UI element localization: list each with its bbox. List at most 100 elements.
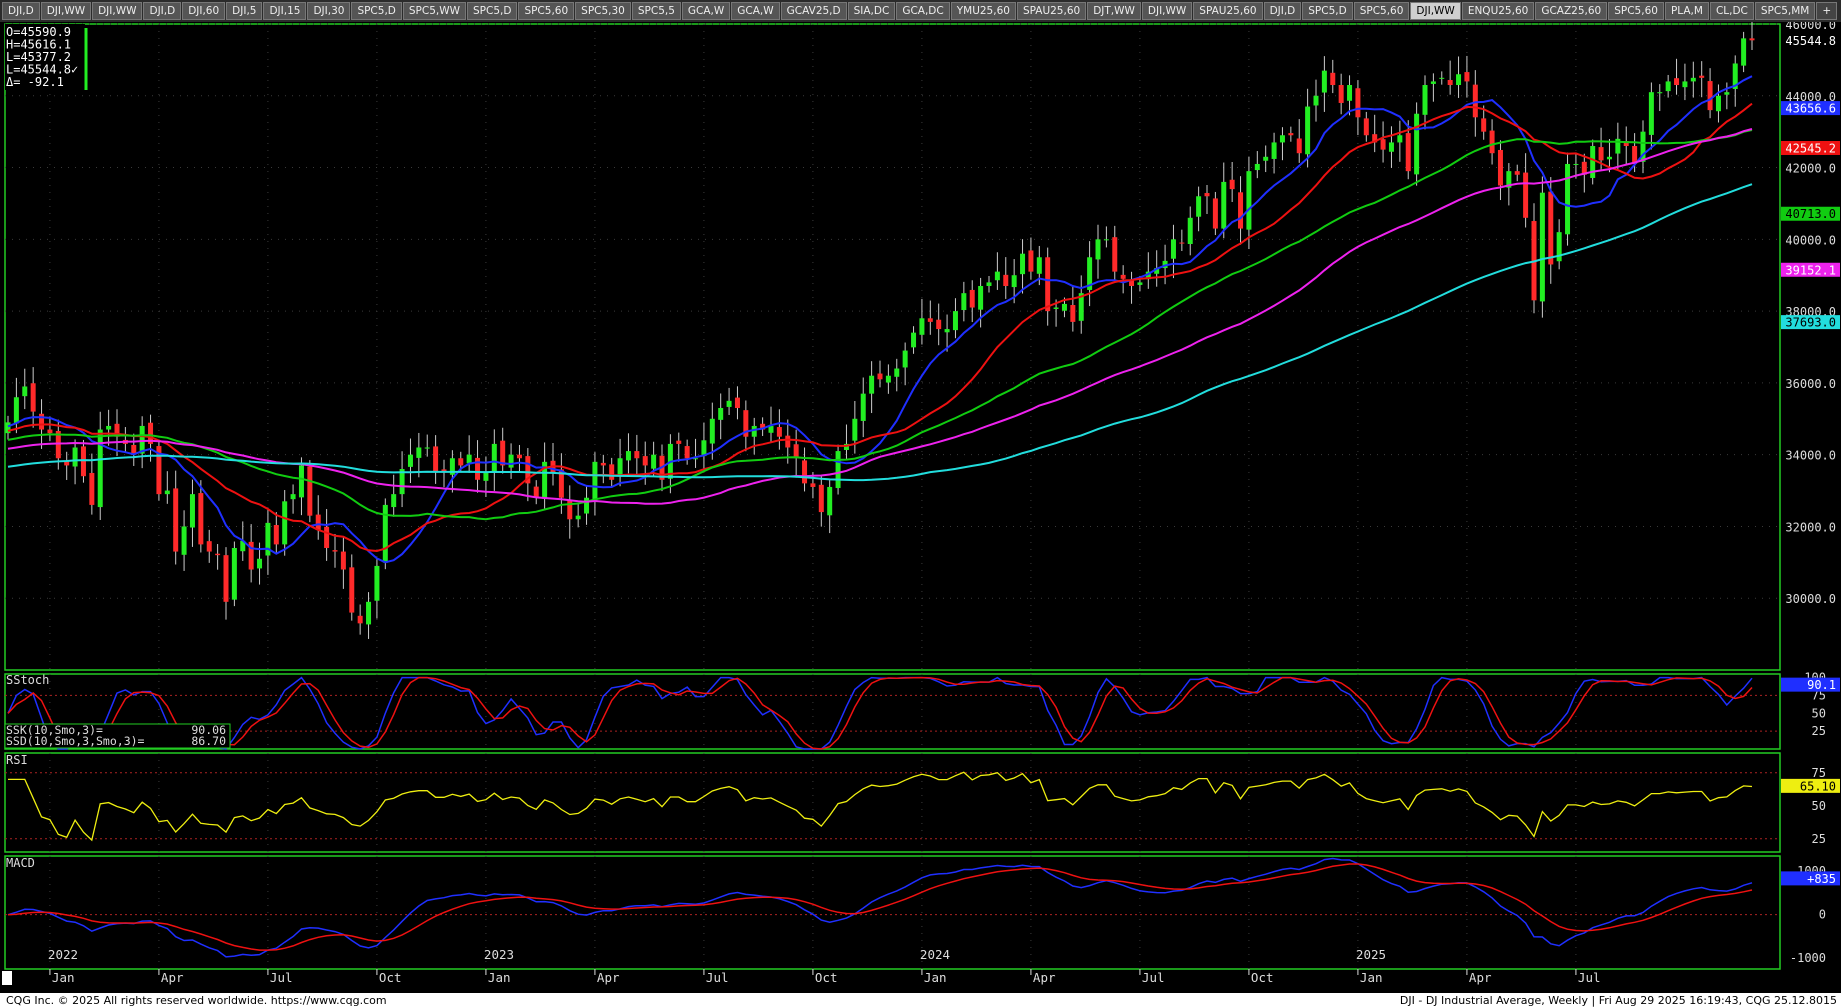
symbol-tab[interactable]: SIA,DC (847, 2, 896, 20)
candle-body (80, 446, 86, 477)
month-label: Oct (815, 970, 838, 985)
candle-body (986, 282, 992, 286)
rsi-tick-label: 25 (1812, 832, 1826, 846)
candle-body (1724, 92, 1730, 95)
symbol-tab[interactable]: SPC5,30 (575, 2, 631, 20)
candle-body (1330, 72, 1336, 86)
candle-body (47, 429, 53, 434)
candle-body (39, 413, 45, 430)
symbol-tab[interactable]: CL,DC (1709, 2, 1754, 20)
candle-body (617, 458, 623, 477)
stoch-last-label: 90.1 (1807, 678, 1836, 692)
chart-area[interactable]: 46000.044000.042000.040000.038000.036000… (0, 22, 1841, 993)
symbol-tab[interactable]: SPC5,60 (1353, 2, 1410, 20)
symbol-tab[interactable]: DJI,5 (226, 2, 263, 20)
symbol-tab[interactable]: DJI,30 (307, 2, 351, 20)
candle-body (357, 615, 363, 624)
candle-body (1741, 38, 1747, 66)
candle-body (223, 555, 229, 602)
candle-body (22, 386, 28, 397)
symbol-tab[interactable]: DJI,D (1263, 2, 1302, 20)
candle-body (290, 494, 296, 500)
candle-body (1749, 38, 1755, 41)
candle-body (1539, 192, 1545, 302)
candle-body (1313, 95, 1319, 106)
month-label: Jul (270, 970, 293, 985)
price-tick-label: 42000.0 (1785, 162, 1836, 176)
price-tick-label: 30000.0 (1785, 592, 1836, 606)
candle-body (936, 319, 942, 330)
symbol-tab[interactable]: GCAV25,D (780, 2, 847, 20)
symbol-tab[interactable]: DJI,D (143, 2, 182, 20)
candle-body (818, 484, 824, 513)
rsi-tick-label: 50 (1812, 799, 1826, 813)
symbol-tab[interactable]: DJI,D (2, 2, 40, 20)
symbol-tab[interactable]: SPC5,MM (1754, 2, 1816, 20)
symbol-tab[interactable]: SPAU25,60 (1016, 2, 1087, 20)
stoch-d-value: 86.70 (191, 734, 226, 748)
symbol-tab[interactable]: DJI,60 (182, 2, 226, 20)
candle-body (827, 486, 833, 516)
symbol-tab[interactable]: SPC5,5 (631, 2, 681, 20)
candle-body (1414, 113, 1420, 175)
candle-body (1003, 274, 1009, 286)
candle-body (1321, 70, 1327, 93)
symbol-tab[interactable]: DJT,WW (1087, 2, 1141, 20)
candle-body (944, 329, 950, 333)
candle-body (684, 446, 690, 459)
symbol-tab[interactable]: SPAU25,60 (1193, 2, 1263, 20)
ma-value-label: 39152.1 (1785, 263, 1836, 277)
add-tab-button[interactable]: + (1816, 2, 1838, 20)
candle-body (164, 490, 170, 495)
symbol-tab[interactable]: DJI,WW (40, 2, 92, 20)
year-label: 2024 (920, 947, 950, 962)
symbol-tab[interactable]: SPC5,D (1302, 2, 1353, 20)
symbol-tab[interactable]: SPC5,60 (1608, 2, 1664, 20)
symbol-tab[interactable]: GCA,DC (896, 2, 950, 20)
symbol-tab[interactable]: ENQU25,60 (1461, 2, 1535, 20)
candle-body (1699, 75, 1705, 78)
candle-body (1120, 274, 1126, 279)
candle-body (642, 456, 648, 466)
symbol-tab[interactable]: SPC5,D (351, 2, 402, 20)
candle-body (1045, 257, 1051, 312)
macd-signal-line (7, 863, 1753, 951)
candle-body (1020, 253, 1026, 275)
candle-body (709, 418, 715, 444)
month-label: Jul (1142, 970, 1165, 985)
symbol-tab[interactable]: PLA,M (1664, 2, 1709, 20)
candle-body (927, 318, 933, 322)
ma-line (7, 128, 1753, 505)
candle-body (1380, 139, 1386, 150)
candle-body (366, 601, 372, 625)
candle-body (181, 526, 187, 555)
candle-body (215, 553, 221, 556)
symbol-tab[interactable]: DJI,WW (92, 2, 143, 20)
candle-body (1665, 81, 1671, 92)
symbol-tab[interactable]: DJI,WW (1410, 2, 1461, 20)
symbol-tab[interactable]: YMU25,60 (950, 2, 1016, 20)
ohlc-box: O=45590.9H=45616.1L=45377.2L=45544.8✓Δ= … (5, 24, 88, 90)
candle-body (1053, 307, 1059, 309)
candle-body (961, 293, 967, 311)
candle-body (768, 425, 774, 433)
symbol-tab[interactable]: SPC5,WW (402, 2, 466, 20)
symbol-tab[interactable]: DJI,15 (263, 2, 307, 20)
candle-body (885, 375, 891, 383)
symbol-tab[interactable]: DJI,WW (1141, 2, 1193, 20)
candle-body (592, 461, 598, 501)
candle-body (1288, 133, 1294, 136)
candle-body (1363, 118, 1369, 136)
symbol-tab[interactable]: SPC5,60 (518, 2, 575, 20)
symbol-tab[interactable]: SPC5,D (467, 2, 518, 20)
symbol-tab[interactable]: GCA,W (681, 2, 731, 20)
candle-body (1422, 85, 1428, 115)
copyright-text: CQG Inc. © 2025 All rights reserved worl… (6, 994, 387, 1007)
candle-body (651, 454, 657, 469)
symbol-tab[interactable]: GCAZ25,60 (1535, 2, 1608, 20)
rsi-last-label: 65.10 (1800, 779, 1836, 793)
candle-body (273, 525, 279, 545)
symbol-tab[interactable]: GCA,W (731, 2, 780, 20)
price-tick-label: 40000.0 (1785, 233, 1836, 247)
candle-body (106, 425, 112, 430)
